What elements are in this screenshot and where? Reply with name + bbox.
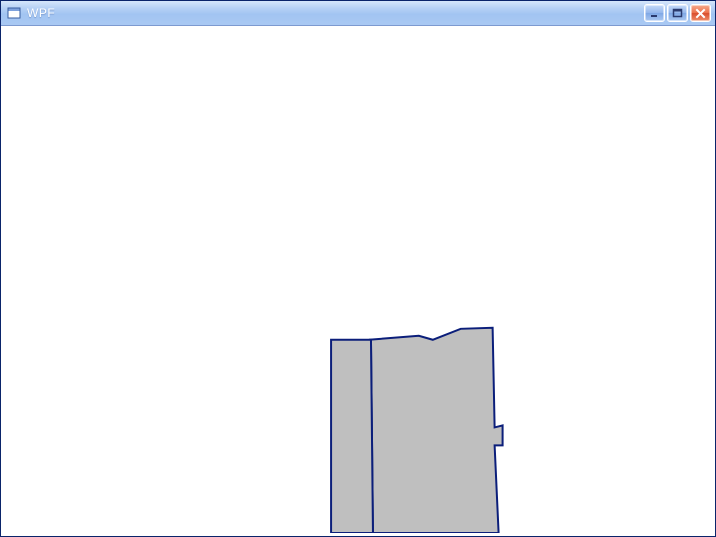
app-window: WPF [0,0,716,537]
right-shape [369,328,503,533]
window-controls [644,4,711,22]
titlebar[interactable]: WPF [1,1,715,26]
canvas [4,27,712,533]
minimize-button[interactable] [644,4,665,22]
maximize-button[interactable] [667,4,688,22]
window-title: WPF [27,6,644,20]
client-area [4,27,712,533]
close-button[interactable] [690,4,711,22]
app-window-icon [7,6,21,20]
left-shape [331,340,373,533]
